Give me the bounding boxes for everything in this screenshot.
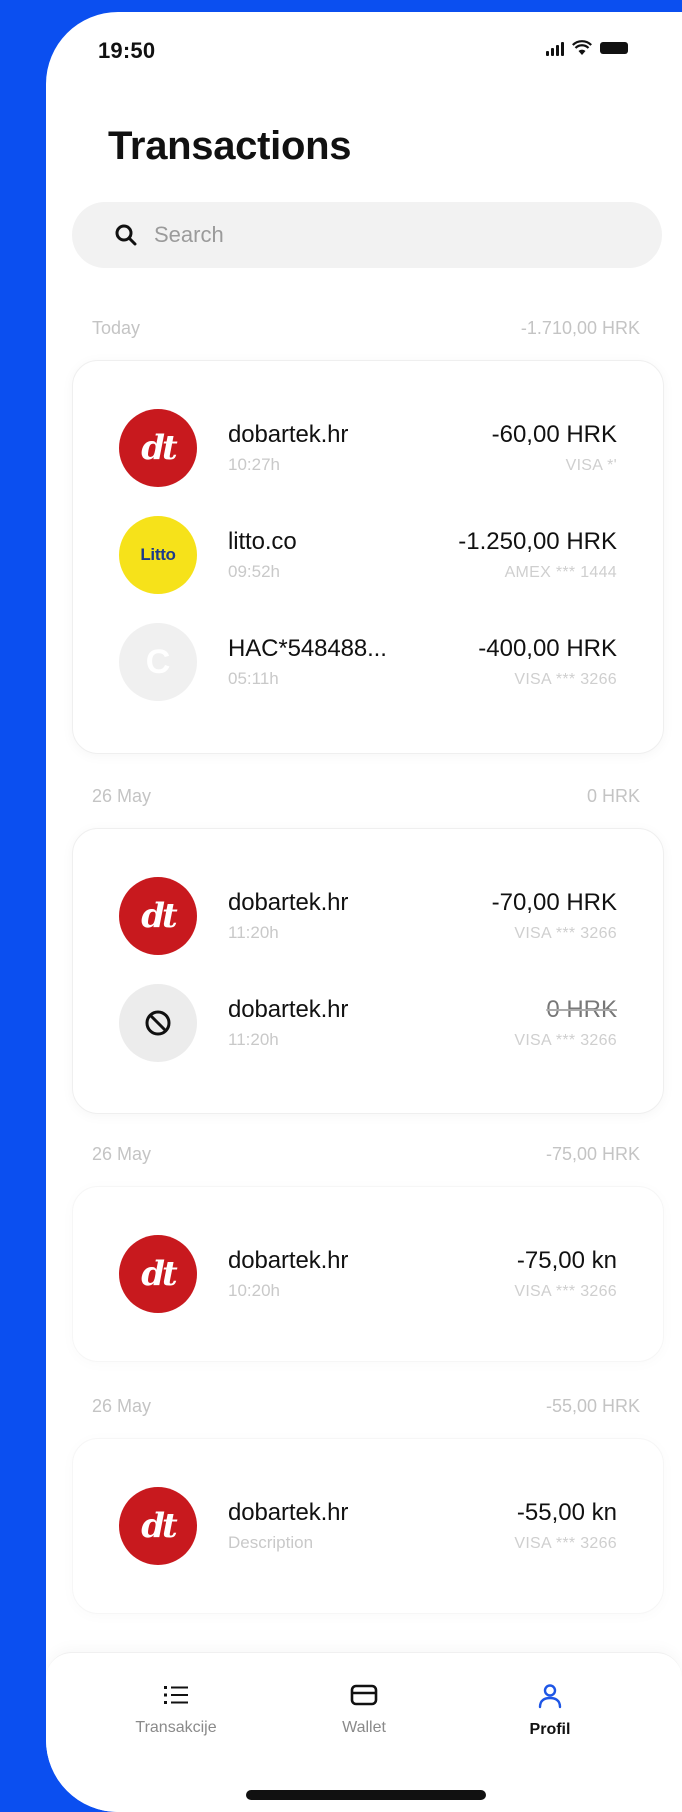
merchant-logo-dobartek: dt [119,1235,197,1313]
transaction-amount: -70,00 HRK [491,889,617,916]
card-info: VISA *** 3266 [514,1535,617,1552]
merchant-logo-dobartek: dt [119,1487,197,1565]
wifi-icon [572,40,592,55]
card-info: AMEX *** 1444 [504,564,617,581]
transaction-amount: -1.250,00 HRK [458,528,617,555]
card-info: VISA *** 3266 [514,671,617,688]
transaction-row[interactable]: dt dobartek.hr 11:20h -70,00 HRK VISA **… [73,869,663,965]
merchant-name: dobartek.hr [228,1247,349,1274]
status-bar: 19:50 [46,12,682,92]
section-header-date: 26 May -75,00 HRK [92,1144,640,1165]
merchant-name: dobartek.hr [228,889,349,916]
tab-label: Profil [529,1721,571,1738]
merchant-name: HAC*548488... [228,635,387,662]
transaction-row[interactable]: dobartek.hr 11:20h 0 HRK VISA *** 3266 [73,976,663,1072]
battery-icon [600,42,628,54]
page-title: Transactions [108,124,352,168]
transaction-group-card: dt dobartek.hr Description -55,00 kn VIS… [72,1438,664,1614]
merchant-name: litto.co [228,528,297,555]
section-total: -75,00 HRK [545,1144,640,1164]
tab-transakcije[interactable]: Transakcije [106,1683,246,1737]
transaction-description: Description [228,1533,314,1552]
blocked-icon [119,984,197,1062]
search-bar[interactable] [72,202,662,268]
card-info: VISA *** 3266 [514,1283,617,1300]
merchant-logo-dobartek: dt [119,877,197,955]
merchant-logo-dobartek: dt [119,409,197,487]
transaction-group-card: dt dobartek.hr 11:20h -70,00 HRK VISA **… [72,828,664,1114]
transaction-amount: -55,00 kn [516,1499,617,1526]
transaction-time: 11:20h [228,923,279,942]
wallet-icon [350,1684,378,1706]
transaction-amount: -400,00 HRK [478,635,617,662]
bottom-tab-bar: Transakcije Wallet Profil [46,1652,682,1812]
tab-label: Wallet [342,1719,386,1736]
section-total: -55,00 HRK [545,1396,640,1416]
transaction-row[interactable]: dt dobartek.hr 10:27h -60,00 HRK VISA *' [73,401,663,497]
person-icon [538,1684,562,1709]
section-header-today: Today -1.710,00 HRK [92,318,640,339]
section-total: 0 HRK [586,786,640,806]
transaction-time: 09:52h [228,562,280,581]
section-total: -1.710,00 HRK [520,318,640,338]
home-indicator [246,1790,486,1800]
search-input[interactable] [152,221,616,249]
phone-screen: 19:50 Transactions Today -1.710,00 HRK d… [46,12,682,1812]
merchant-logo-generic: C [119,623,197,701]
transaction-group-card: dt dobartek.hr 10:20h -75,00 kn VISA ***… [72,1186,664,1362]
merchant-name: dobartek.hr [228,996,349,1023]
tab-label: Transakcije [135,1719,217,1736]
transaction-time: 10:27h [228,455,280,474]
transaction-row[interactable]: dt dobartek.hr 10:20h -75,00 kn VISA ***… [73,1227,663,1323]
card-info: VISA *** 3266 [514,1032,617,1049]
list-icon [164,1686,188,1704]
section-header-date: 26 May -55,00 HRK [92,1396,640,1417]
section-date: 26 May [92,786,152,806]
section-date: Today [92,318,141,338]
merchant-logo-litto: Litto [119,516,197,594]
section-date: 26 May [92,1144,152,1164]
merchant-name: dobartek.hr [228,421,349,448]
tab-profil[interactable]: Profil [480,1683,620,1739]
section-header-date: 26 May 0 HRK [92,786,640,807]
card-info: VISA *** 3266 [514,925,617,942]
transaction-group-card: dt dobartek.hr 10:27h -60,00 HRK VISA *'… [72,360,664,754]
transaction-row[interactable]: dt dobartek.hr Description -55,00 kn VIS… [73,1479,663,1575]
transaction-time: 11:20h [228,1030,279,1049]
transaction-amount: -60,00 HRK [491,421,617,448]
transaction-amount: 0 HRK [546,996,617,1023]
transaction-amount: -75,00 kn [516,1247,617,1274]
status-time: 19:50 [98,38,156,63]
transaction-row[interactable]: Litto litto.co 09:52h -1.250,00 HRK AMEX… [73,508,663,604]
transaction-row[interactable]: C HAC*548488... 05:11h -400,00 HRK VISA … [73,615,663,711]
transaction-time: 05:11h [228,669,279,688]
status-icons [546,40,628,56]
search-icon [115,224,137,246]
signal-icon [546,40,564,56]
merchant-name: dobartek.hr [228,1499,349,1526]
card-info: VISA *' [565,457,617,474]
section-date: 26 May [92,1396,152,1416]
tab-wallet[interactable]: Wallet [294,1683,434,1737]
transaction-time: 10:20h [228,1281,280,1300]
